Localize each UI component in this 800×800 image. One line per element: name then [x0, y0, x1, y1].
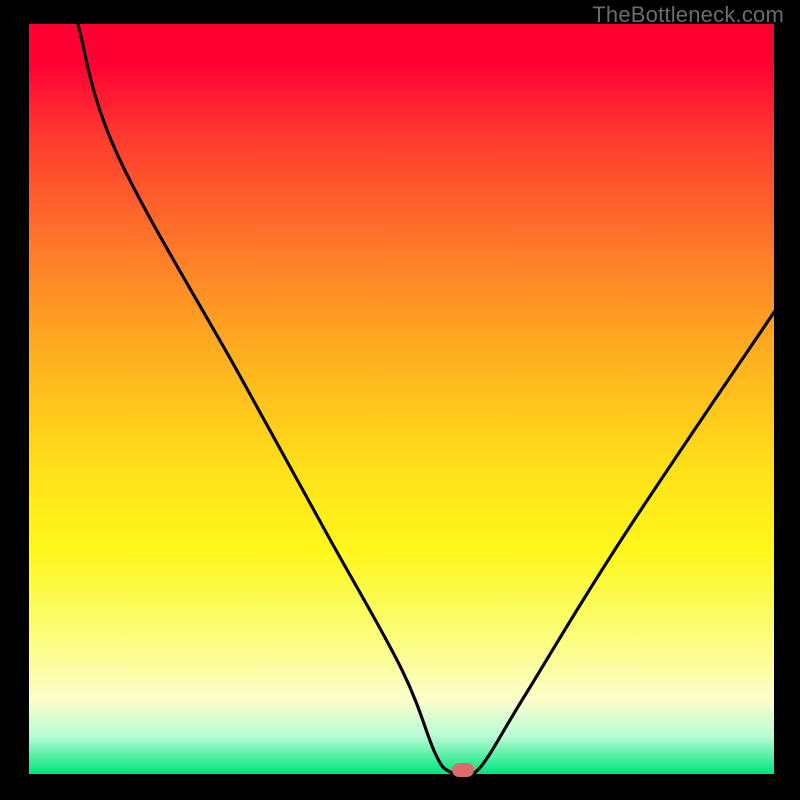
bottleneck-curve	[29, 24, 774, 774]
plot-area	[29, 24, 774, 774]
chart-stage: TheBottleneck.com	[0, 0, 800, 800]
optimum-marker	[452, 763, 474, 777]
curve-path	[78, 24, 774, 774]
